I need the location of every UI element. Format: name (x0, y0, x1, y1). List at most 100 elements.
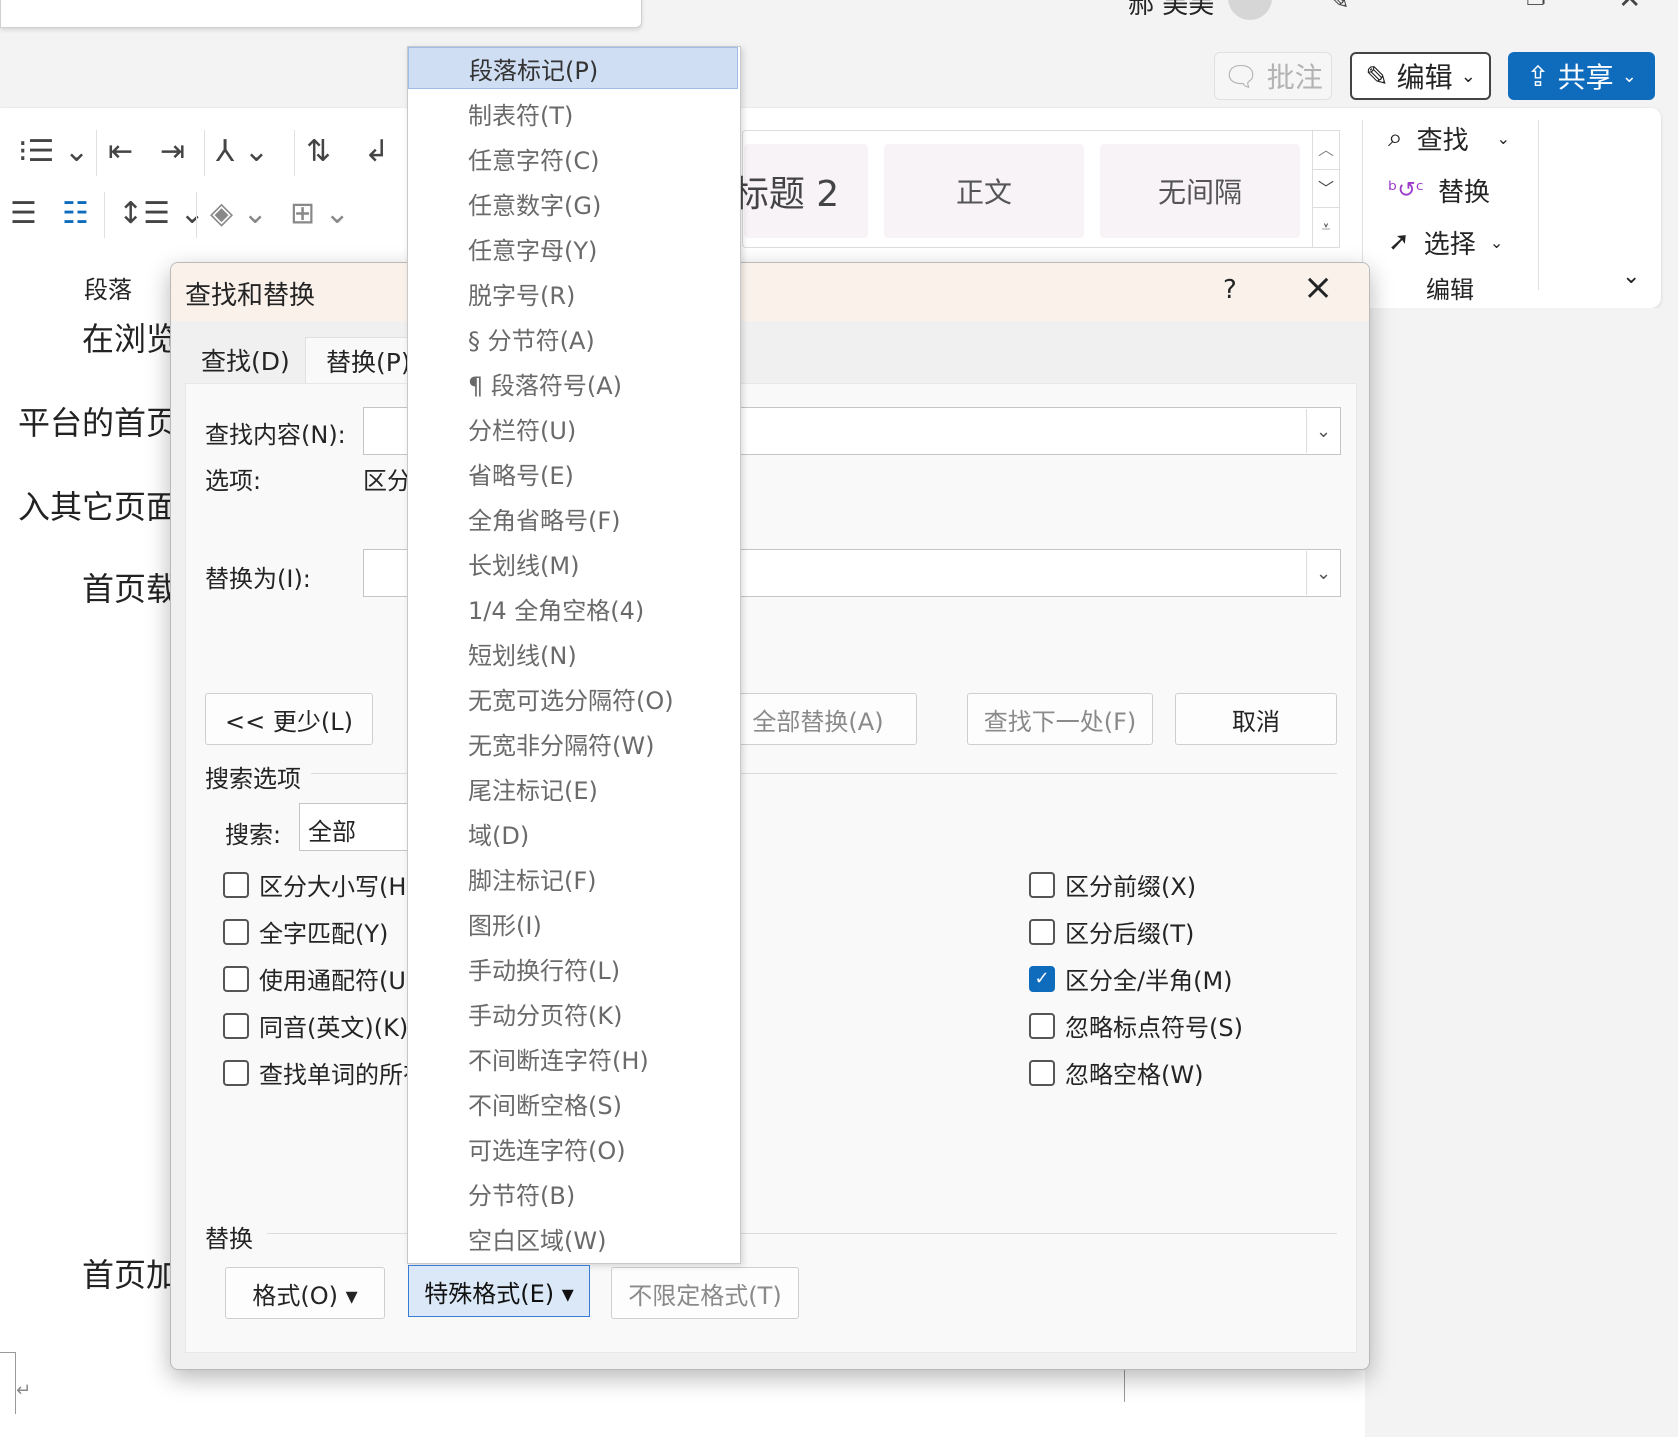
comment-button[interactable]: 🗨 批注 (1214, 52, 1332, 100)
special-menu-item[interactable]: 任意字符(C) (408, 137, 738, 179)
checkbox[interactable] (1029, 918, 1055, 945)
match-prefix-option[interactable]: 区分前缀(X) (1029, 867, 1196, 902)
special-menu-item[interactable]: 任意字母(Y) (408, 227, 738, 269)
special-menu-item[interactable]: 手动分页符(K) (408, 992, 738, 1034)
pencil-icon: ✎ (1365, 59, 1389, 93)
wildcards-option[interactable]: 使用通配符(U) (223, 961, 415, 996)
divider (1538, 120, 1539, 290)
special-menu-item[interactable]: 手动换行符(L) (408, 947, 738, 989)
more-styles-icon[interactable]: ⩡ (1313, 207, 1339, 245)
style-heading2[interactable]: 标题 2 (733, 144, 868, 238)
special-menu-item[interactable]: 分节符(B) (408, 1172, 738, 1214)
find-replace-dialog: 查找和替换 ? × 查找(D) 替换(P) 查找内容(N): ⌄ 选项: 区分 … (170, 262, 1370, 1370)
checkbox-checked[interactable]: ✓ (1029, 965, 1055, 992)
checkbox[interactable] (1029, 1012, 1055, 1039)
special-menu-item[interactable]: 分栏符(U) (408, 407, 738, 449)
special-menu-item[interactable]: 不间断连字符(H) (408, 1037, 738, 1079)
divider (294, 130, 295, 176)
search-box[interactable] (0, 0, 642, 28)
checkbox[interactable] (223, 1059, 249, 1086)
cancel-button[interactable]: 取消 (1175, 693, 1337, 745)
line-spacing-icon[interactable]: ↕☰ ⌄ (118, 196, 205, 231)
sort-icon[interactable]: ⇅ (306, 134, 331, 169)
collapse-ribbon-icon[interactable]: ⌄ (1622, 264, 1640, 289)
special-menu-item[interactable]: 不间断空格(S) (408, 1082, 738, 1124)
borders-icon[interactable]: ⊞ ⌄ (290, 196, 350, 231)
checkbox[interactable] (1029, 1059, 1055, 1086)
checkbox[interactable] (223, 965, 249, 992)
search-icon: ⌕ (1388, 122, 1403, 153)
special-menu-item[interactable]: 制表符(T) (408, 92, 738, 134)
special-menu-item[interactable]: 长划线(M) (408, 542, 738, 584)
find-next-button[interactable]: 查找下一处(F) (967, 693, 1153, 745)
select-button[interactable]: ➚ 选择 ⌄ (1388, 222, 1503, 262)
replace-button[interactable]: ᵇ↺ᶜ 替换 (1388, 170, 1490, 210)
chevron-down-icon[interactable]: ⌄ (1306, 551, 1340, 595)
special-menu-item[interactable]: 可选连字符(O) (408, 1127, 738, 1169)
chevron-down-icon[interactable]: ﹀ (1313, 169, 1339, 207)
ignore-whitespace-option[interactable]: 忽略空格(W) (1029, 1055, 1203, 1090)
decrease-indent-icon[interactable]: ⇤ (108, 134, 133, 169)
special-menu-item[interactable]: § 分节符(A) (408, 317, 738, 359)
special-menu-item[interactable]: 域(D) (408, 812, 738, 854)
less-button[interactable]: << 更少(L) (205, 693, 373, 745)
style-no-spacing[interactable]: 无间隔 (1100, 144, 1300, 238)
shading-icon[interactable]: ◈ ⌄ (210, 196, 268, 231)
doc-line: 首页加 (82, 1256, 179, 1294)
match-suffix-option[interactable]: 区分后缀(T) (1029, 914, 1194, 949)
checkbox[interactable] (223, 918, 249, 945)
show-marks-icon[interactable]: ↲ (364, 134, 389, 169)
checkbox[interactable] (1029, 871, 1055, 898)
special-menu-item[interactable]: 无宽非分隔符(W) (408, 722, 738, 764)
match-width-option[interactable]: ✓ 区分全/半角(M) (1029, 961, 1233, 996)
cursor-icon: ➚ (1388, 227, 1410, 257)
increase-indent-icon[interactable]: ⇥ (160, 134, 185, 169)
all-word-forms-option[interactable]: 查找单词的所有 (223, 1055, 427, 1090)
special-menu-item[interactable]: 空白区域(W) (408, 1217, 738, 1259)
multilevel-list-icon[interactable]: ⁝☰ ⌄ (18, 134, 89, 169)
checkbox[interactable] (223, 871, 249, 898)
special-menu-item[interactable]: 脚注标记(F) (408, 857, 738, 899)
special-menu-item[interactable]: 段落标记(P) (408, 47, 738, 89)
edit-mode-button[interactable]: ✎ 编辑 ⌄ (1350, 52, 1491, 100)
share-button[interactable]: ⇪ 共享 ⌄ (1508, 52, 1655, 100)
help-button[interactable]: ? (1223, 275, 1237, 305)
divider (196, 192, 197, 238)
justify-icon[interactable]: ☷ (62, 196, 89, 231)
align-left-icon[interactable]: ☰ (10, 196, 37, 231)
no-formatting-button[interactable]: 不限定格式(T) (611, 1267, 799, 1319)
special-menu-item[interactable]: 尾注标记(E) (408, 767, 738, 809)
restore-icon[interactable]: ❐ (1526, 0, 1546, 11)
special-menu-item[interactable]: 无宽可选分隔符(O) (408, 677, 738, 719)
tab-find[interactable]: 查找(D) (181, 337, 310, 383)
styles-scroll[interactable]: ︿ ﹀ ⩡ (1312, 130, 1340, 248)
special-menu-item[interactable]: 1/4 全角空格(4) (408, 587, 738, 629)
special-menu-item[interactable]: 全角省略号(F) (408, 497, 738, 539)
sounds-like-option[interactable]: 同音(英文)(K) (223, 1008, 408, 1043)
whole-word-option[interactable]: 全字匹配(Y) (223, 914, 388, 949)
chevron-down-icon[interactable]: ⌄ (1306, 409, 1340, 453)
close-window-icon[interactable]: ✕ (1618, 0, 1641, 15)
find-button[interactable]: ⌕ 查找 ⌄ (1388, 118, 1510, 158)
special-menu-item[interactable]: ¶ 段落符号(A) (408, 362, 738, 404)
close-icon[interactable]: × (1303, 267, 1333, 308)
special-menu-item[interactable]: 短划线(N) (408, 632, 738, 674)
match-case-option[interactable]: 区分大小写(H) (223, 867, 416, 902)
dialog-title: 查找和替换 (185, 281, 316, 311)
search-direction-select[interactable]: 全部 (299, 803, 419, 851)
replace-all-button[interactable]: 全部替换(A) (719, 693, 917, 745)
special-menu-item[interactable]: 任意数字(G) (408, 182, 738, 224)
format-button[interactable]: 格式(O) ▾ (225, 1267, 385, 1319)
pen-icon[interactable]: ✎ (1328, 0, 1350, 16)
special-menu-item[interactable]: 省略号(E) (408, 452, 738, 494)
text-direction-icon[interactable]: ⅄ ⌄ (216, 134, 269, 169)
special-format-button[interactable]: 特殊格式(E) ▾ (408, 1265, 590, 1317)
style-normal[interactable]: 正文 (884, 144, 1084, 238)
options-value: 区分 (363, 467, 411, 495)
ignore-punctuation-option[interactable]: 忽略标点符号(S) (1029, 1008, 1243, 1043)
checkbox[interactable] (223, 1012, 249, 1039)
share-label: 共享 (1557, 61, 1614, 94)
special-menu-item[interactable]: 脱字号(R) (408, 272, 738, 314)
chevron-up-icon[interactable]: ︿ (1313, 131, 1339, 169)
special-menu-item[interactable]: 图形(I) (408, 902, 738, 944)
